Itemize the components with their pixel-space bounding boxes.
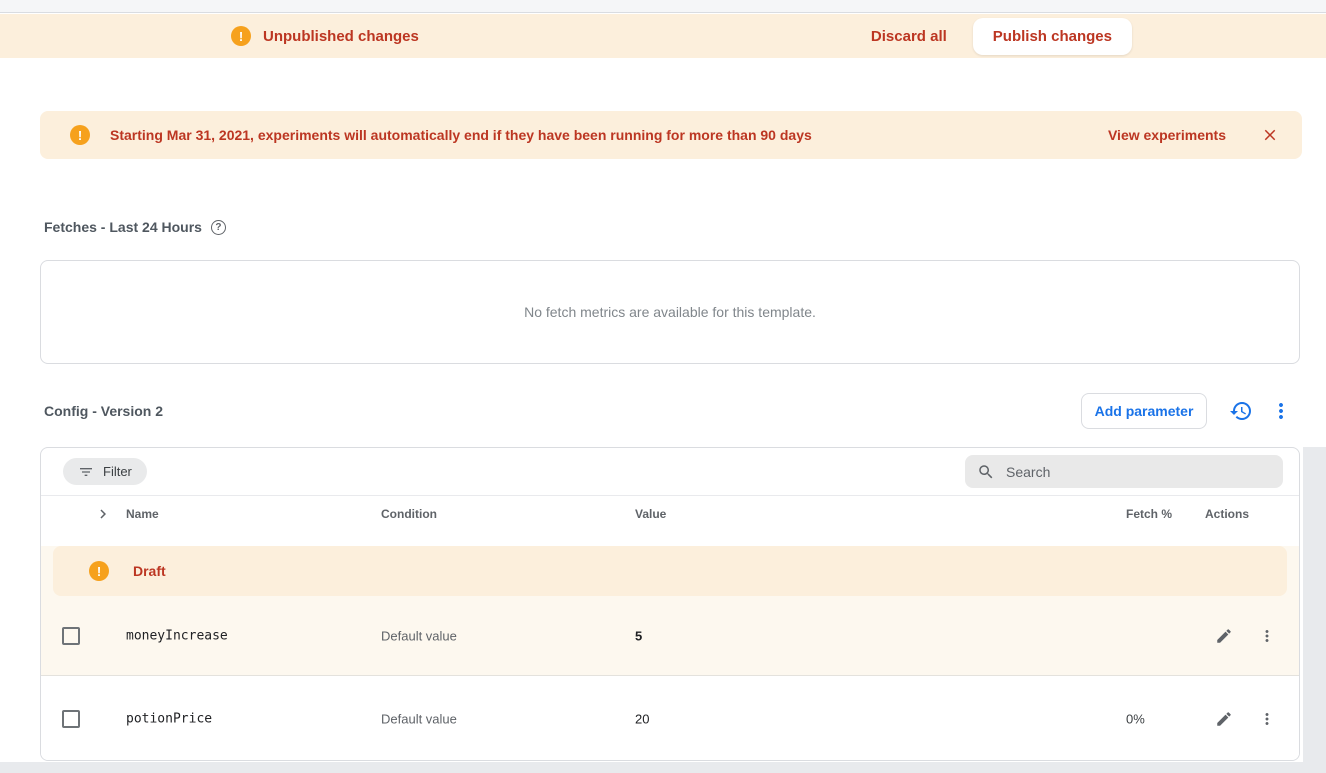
column-header-fetch: Fetch % — [1126, 507, 1172, 521]
fetches-section-title: Fetches - Last 24 Hours ? — [44, 219, 226, 235]
parameter-condition: Default value — [381, 628, 457, 643]
draft-banner: ! Draft — [53, 546, 1287, 596]
horizontal-scrollbar-track[interactable] — [0, 762, 1326, 773]
filter-icon — [78, 464, 94, 480]
parameter-condition: Default value — [381, 711, 457, 726]
publish-changes-button[interactable]: Publish changes — [973, 18, 1132, 55]
filter-label: Filter — [103, 464, 132, 479]
unpublished-label: Unpublished changes — [263, 28, 419, 45]
parameter-fetch-pct: 0% — [1126, 711, 1145, 726]
config-menu-kebab-icon[interactable] — [1269, 399, 1293, 423]
unpublished-actions: Discard all Publish changes — [871, 14, 1132, 58]
row-checkbox[interactable] — [62, 627, 80, 645]
chevron-right-icon[interactable] — [94, 505, 112, 523]
experiments-notice-message: Starting Mar 31, 2021, experiments will … — [110, 127, 812, 143]
view-experiments-link[interactable]: View experiments — [1108, 127, 1226, 143]
parameters-table-card: Filter Name Condition Value Fetch % Acti… — [40, 447, 1300, 761]
add-parameter-button[interactable]: Add parameter — [1081, 393, 1207, 429]
search-box — [965, 455, 1283, 488]
unpublished-status: ! Unpublished changes — [231, 14, 419, 58]
config-section-title: Config - Version 2 — [44, 403, 163, 419]
edit-pencil-icon[interactable] — [1215, 626, 1235, 646]
fetches-title-label: Fetches - Last 24 Hours — [44, 219, 202, 235]
discard-all-button[interactable]: Discard all — [871, 28, 947, 45]
table-row: moneyIncrease Default value 5 — [41, 596, 1299, 675]
warning-icon: ! — [70, 125, 90, 145]
fetch-metrics-card: No fetch metrics are available for this … — [40, 260, 1300, 364]
edit-pencil-icon[interactable] — [1215, 709, 1235, 729]
draft-badge: Draft — [133, 563, 166, 579]
experiments-notice-banner: ! Starting Mar 31, 2021, experiments wil… — [40, 111, 1302, 159]
draft-section: ! Draft moneyIncrease Default value 5 — [41, 546, 1299, 676]
parameter-name: potionPrice — [126, 711, 212, 726]
fetch-metrics-empty-message: No fetch metrics are available for this … — [524, 304, 816, 320]
search-icon — [977, 463, 995, 481]
search-input[interactable] — [1006, 464, 1271, 480]
column-header-condition: Condition — [381, 507, 437, 521]
column-header-name: Name — [126, 507, 159, 521]
window-top-strip — [0, 0, 1326, 13]
close-icon[interactable] — [1260, 125, 1280, 145]
column-header-value: Value — [635, 507, 666, 521]
table-toolbar: Filter — [41, 448, 1299, 496]
experiments-notice-actions: View experiments — [1108, 125, 1280, 145]
row-checkbox[interactable] — [62, 710, 80, 728]
unpublished-changes-bar: ! Unpublished changes Discard all Publis… — [0, 14, 1326, 58]
vertical-scrollbar-track[interactable] — [1303, 447, 1326, 773]
history-icon[interactable] — [1229, 399, 1253, 423]
row-menu-kebab-icon[interactable] — [1258, 626, 1278, 646]
help-icon[interactable]: ? — [211, 220, 226, 235]
warning-icon: ! — [231, 26, 251, 46]
row-menu-kebab-icon[interactable] — [1258, 709, 1278, 729]
table-header-row: Name Condition Value Fetch % Actions — [41, 496, 1299, 531]
parameter-value: 5 — [635, 628, 642, 643]
parameter-value: 20 — [635, 711, 649, 726]
filter-button[interactable]: Filter — [63, 458, 147, 485]
warning-icon: ! — [89, 561, 109, 581]
parameter-name: moneyIncrease — [126, 628, 228, 643]
table-row: potionPrice Default value 20 0% — [41, 676, 1299, 761]
column-header-actions: Actions — [1205, 507, 1249, 521]
config-title-label: Config - Version 2 — [44, 403, 163, 419]
